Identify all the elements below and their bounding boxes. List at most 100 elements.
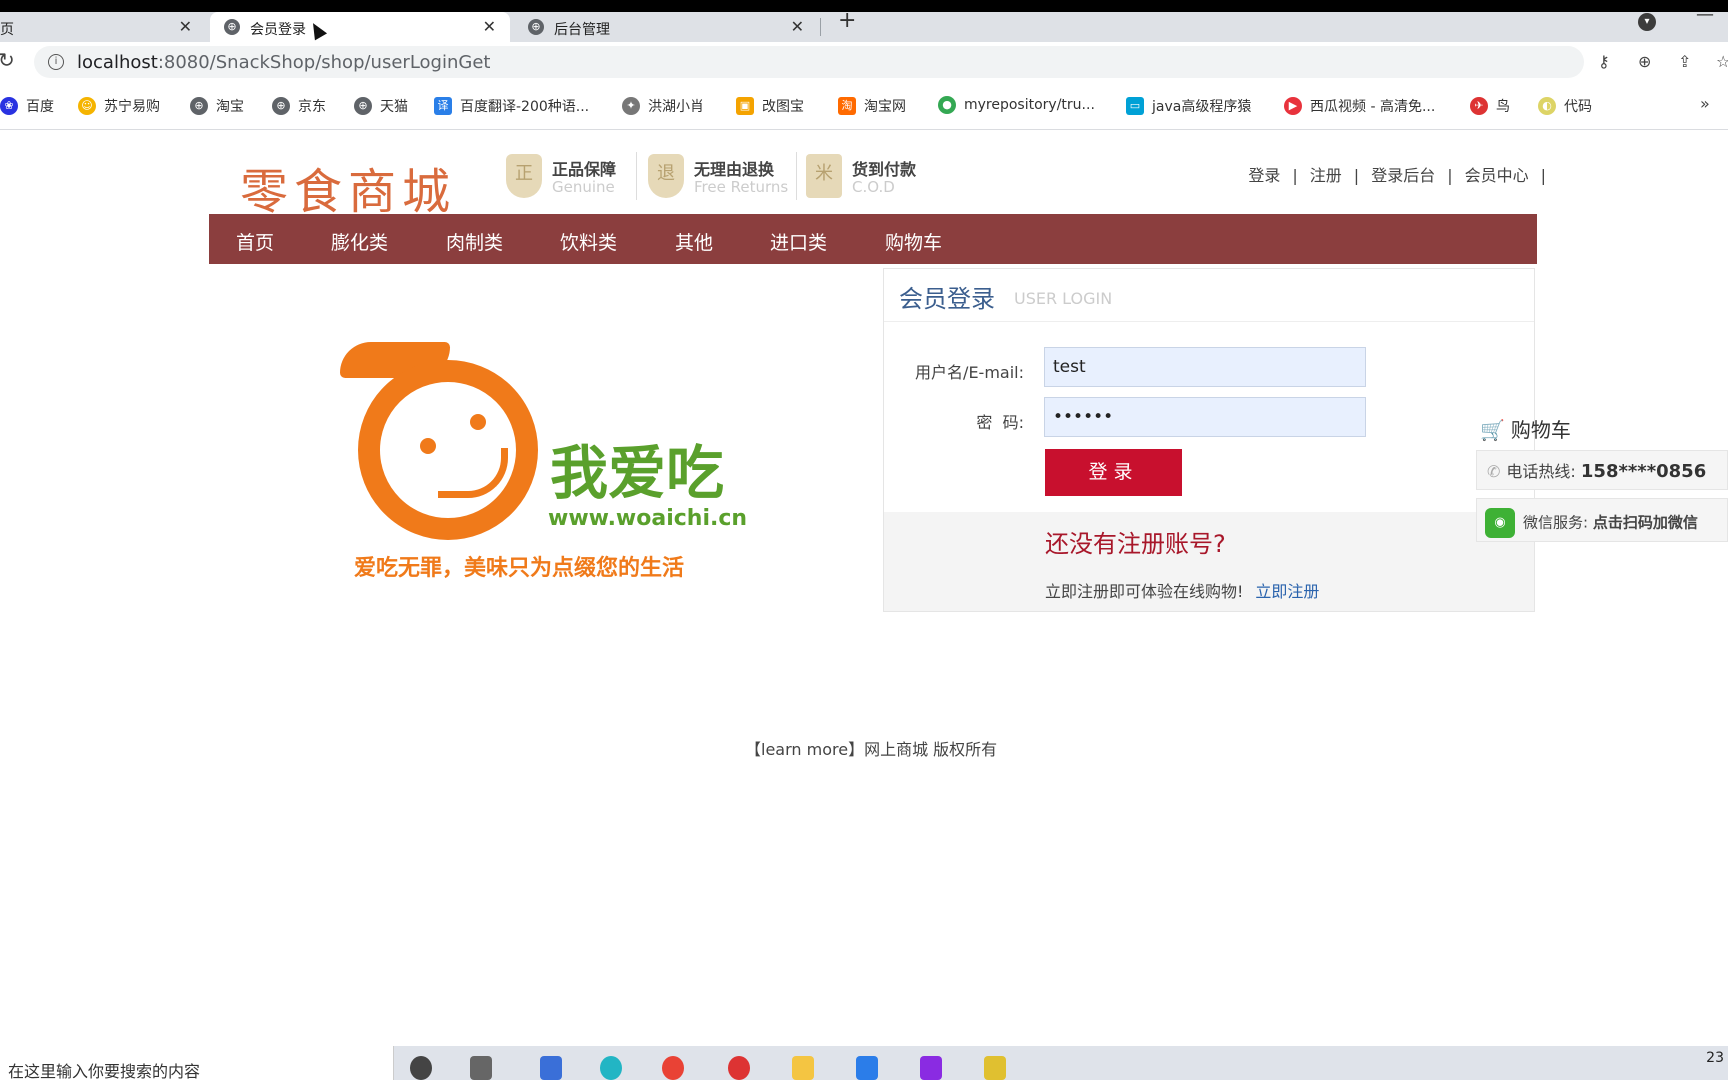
nav-drinks[interactable]: 饮料类 [560,228,617,255]
bookmark-item[interactable]: ❀ 百度 [0,96,54,116]
reload-icon[interactable]: ↻ [0,48,15,72]
taskbar-app-icon[interactable] [470,1056,492,1080]
profile-dropdown-icon[interactable]: ▾ [1638,13,1656,31]
tab-admin[interactable]: ⊕ 后台管理 ✕ [514,12,818,42]
bookmark-item[interactable]: ⊕ 天猫 [354,96,408,116]
eye [420,438,436,454]
register-now-link[interactable]: 立即注册 [1255,582,1319,601]
chrome-taskbar-icon[interactable] [662,1056,684,1080]
play-icon: ▶ [1284,97,1302,115]
close-icon[interactable]: ✕ [483,17,496,36]
register-box: 还没有注册账号? 立即注册即可体验在线购物! 立即注册 [884,512,1534,611]
bookmark-item[interactable]: ▭ java高级程序猿 [1126,96,1251,116]
url-host: localhost [77,52,158,73]
omnibox[interactable]: i localhost:8080/SnackShop/shop/userLogi… [34,46,1584,78]
nav-puffed[interactable]: 膨化类 [331,228,388,255]
login-panel: 会员登录 USER LOGIN 用户名/E-mail: test 密 码: ••… [883,268,1535,612]
float-cart[interactable]: 🛒 购物车 [1480,414,1571,443]
brand-slogan: 爱吃无罪，美味只为点缀您的生活 [354,556,685,581]
taskbar-clock: 23 [1706,1050,1724,1066]
bookmark-label: 西瓜视频 - 高清免... [1310,99,1436,115]
taskbar-app-icon[interactable] [920,1056,942,1080]
nav-cart[interactable]: 购物车 [885,228,942,255]
cart-icon: 🛒 [1480,418,1505,442]
bookmark-item[interactable]: ⊕ 京东 [272,96,326,116]
wechat-icon: ◉ [1485,508,1515,538]
guarantee-title: 正品保障 [552,160,617,179]
bookmark-item[interactable]: ◐ 代码 [1538,96,1592,116]
url-text[interactable]: localhost:8080/SnackShop/shop/userLoginG… [77,52,490,73]
close-icon[interactable]: ✕ [791,17,804,36]
baidu-icon: ❀ [0,97,18,115]
float-wechat[interactable]: ◉ 微信服务: 点击扫码加微信 [1476,498,1728,542]
nav-home[interactable]: 首页 [236,228,274,255]
share-icon[interactable]: ⇪ [1678,52,1691,71]
login-subtitle: USER LOGIN [1014,289,1113,308]
task-view-icon[interactable] [410,1056,432,1080]
info-icon[interactable]: i [48,54,64,70]
bookmark-item[interactable]: 淘淘宝网 [838,96,906,116]
bookmark-item[interactable]: 译百度翻译-200种语... [434,96,589,116]
bookmark-item[interactable]: ⊕ 淘宝 [190,96,244,116]
float-hotline: ✆ 电话热线: 158****0856 [1476,450,1728,490]
globe-icon: ⊕ [272,97,290,115]
bird-icon: ✦ [622,97,640,115]
link-separator: | [1353,166,1360,185]
globe-icon: ⊕ [354,97,372,115]
divider [884,321,1534,322]
admin-login-link[interactable]: 登录后台 [1371,166,1435,185]
member-center-link[interactable]: 会员中心 [1465,166,1529,185]
register-link[interactable]: 注册 [1310,166,1342,185]
login-link[interactable]: 登录 [1248,166,1280,185]
password-input[interactable]: •••••• [1044,397,1366,437]
chrome-icon: ● [938,96,956,114]
brand-banner: 我爱吃 www.woaichi.cn 爱吃无罪，美味只为点缀您的生活 [330,330,790,581]
login-button[interactable]: 登录 [1045,449,1182,496]
nav-other[interactable]: 其他 [675,228,713,255]
zoom-icon[interactable]: ⊕ [1638,52,1651,71]
username-input[interactable]: test [1044,347,1366,387]
taskbar: 在这里输入你要搜索的内容 23 [0,1046,1728,1080]
bookmark-label: 洪湖小肖 [648,99,704,115]
tab-member-login[interactable]: ⊕ 会员登录 ✕ [210,12,510,42]
phone-icon: ✆ [1487,462,1501,481]
guarantee-sub: Free Returns [694,178,789,196]
taskbar-app-icon[interactable] [984,1056,1006,1080]
taskbar-app-icon[interactable] [540,1056,562,1080]
new-tab-icon[interactable]: + [838,10,856,32]
translate-icon: 译 [434,97,452,115]
nav-imported[interactable]: 进口类 [770,228,827,255]
folder-icon: ▣ [736,97,754,115]
key-icon[interactable]: ⚷ [1598,52,1610,71]
bookmark-item[interactable]: ☺ 苏宁易购 [78,96,160,116]
bookmark-label: 淘宝网 [864,99,906,115]
nav-meat[interactable]: 肉制类 [446,228,503,255]
chevron-more-icon[interactable]: » [1700,94,1710,113]
taskbar-search[interactable]: 在这里输入你要搜索的内容 [0,1046,394,1080]
brand-url: www.woaichi.cn [548,506,748,531]
minimize-icon[interactable]: — [1696,4,1714,25]
close-icon[interactable]: ✕ [179,17,192,36]
code-icon: ◐ [1538,97,1556,115]
bookmark-item[interactable]: ● myrepository/tru... [938,96,1095,114]
cart-label: 购物车 [1510,418,1571,442]
taskbar-app-icon[interactable] [728,1056,750,1080]
guarantee-sub: Genuine [552,178,615,196]
url-path: :8080/SnackShop/shop/userLoginGet [157,52,491,73]
bookmark-item[interactable]: ▶ 西瓜视频 - 高清免... [1284,96,1435,116]
site-logo[interactable]: 零食商城 [240,152,456,222]
link-separator: | [1447,166,1453,185]
star-icon[interactable]: ☆ [1716,52,1728,71]
hotline-label: 电话热线: [1506,462,1576,481]
taskbar-app-icon[interactable] [856,1056,878,1080]
globe-icon: ⊕ [224,19,240,35]
hotline-number: 158****0856 [1580,461,1707,482]
bookmark-item[interactable]: ▣ 改图宝 [736,96,804,116]
bookmark-item[interactable]: ✦ 洪湖小肖 [622,96,704,116]
username-label: 用户名/E-mail: [915,363,1024,382]
tab-home[interactable]: 页 ✕ [0,12,206,42]
folder-taskbar-icon[interactable] [792,1056,814,1080]
guarantee-genuine: 正 正品保障 Genuine [506,152,636,200]
taskbar-app-icon[interactable] [600,1056,622,1080]
bookmark-item[interactable]: ✈ 鸟 [1470,96,1510,116]
